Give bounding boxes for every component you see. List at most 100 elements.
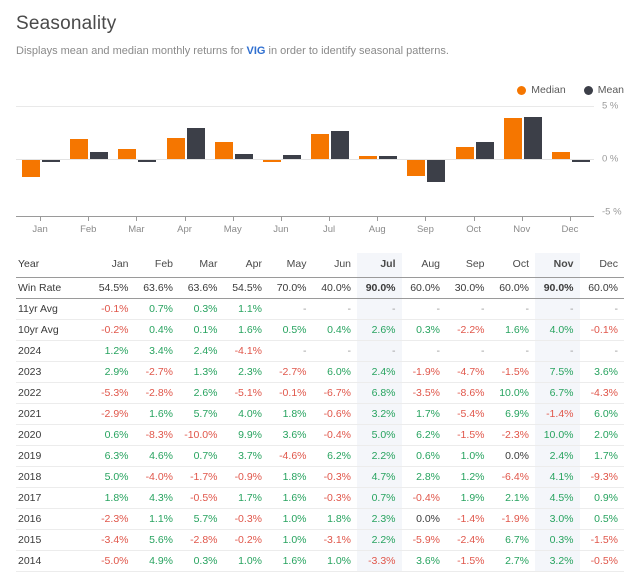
table-cell-aug: - <box>436 303 441 315</box>
table-row[interactable]: 10yr Avg -0.2% 0.4% 0.1% 1.6% 0.5% 0.4% 2.6% 0.3… <box>16 319 624 341</box>
table-header-oct[interactable]: Oct <box>491 253 536 278</box>
table-cell-apr: 3.7% <box>238 450 262 462</box>
legend-item-median[interactable]: Median <box>517 84 566 96</box>
table-cell-nov: 7.5% <box>535 361 580 383</box>
table-cell-nov: 10.0% <box>535 424 580 446</box>
table-cell-apr: 1.0% <box>238 555 262 567</box>
seasonality-table-wrap: Year Jan Feb Mar Apr May Jun Jul Aug Sep Oct Nov Dec… <box>16 253 624 572</box>
table-cell-may: -4.6% <box>279 450 307 462</box>
table-cell-jun: - <box>347 345 352 357</box>
table-cell-aug: 2.8% <box>416 471 440 483</box>
chart-x-tick-label: Oct <box>466 224 481 235</box>
table-header-aug[interactable]: Aug <box>402 253 447 278</box>
table-cell-feb: -2.8% <box>145 387 173 399</box>
table-header-jan[interactable]: Jan <box>90 253 135 278</box>
table-row[interactable]: 2019 6.3% 4.6% 0.7% 3.7% -4.6% 6.2% 2.2% 0.6% 1.0… <box>16 445 624 467</box>
table-row[interactable]: 2018 5.0% -4.0% -1.7% -0.9% 1.8% -0.3% 4.7% 2.8%… <box>16 466 624 488</box>
chart-bar-median[interactable] <box>455 147 474 159</box>
chart-bar-mean[interactable] <box>475 142 494 159</box>
table-cell-mar: 2.6% <box>193 387 218 399</box>
table-header-feb[interactable]: Feb <box>135 253 180 278</box>
table-cell-jun: - <box>347 303 352 315</box>
table-cell-jun: 6.2% <box>327 450 351 462</box>
table-header-year[interactable]: Year <box>16 253 90 278</box>
table-row[interactable]: 2021 -2.9% 1.6% 5.7% 4.0% 1.8% -0.6% 3.2% 1.7% -5… <box>16 403 624 425</box>
legend-item-mean[interactable]: Mean <box>583 84 624 96</box>
chart-bar-mean[interactable] <box>186 128 205 159</box>
table-cell-apr: 54.5% <box>232 282 262 294</box>
table-body: Win Rate 54.5% 63.6% 63.6% 54.5% 70.0% 40.0% 90… <box>16 277 624 572</box>
table-cell-jul: 2.3% <box>357 508 402 530</box>
chart-bar-mean[interactable] <box>331 131 350 159</box>
table-header-may[interactable]: May <box>268 253 313 278</box>
table-cell-may: - <box>303 303 307 315</box>
ticker-link[interactable]: VIG <box>247 45 266 57</box>
table-row[interactable]: 2022 -5.3% -2.8% 2.6% -5.1% -0.1% -6.7% 6.8% -3.… <box>16 382 624 404</box>
chart-bar-median[interactable] <box>22 159 41 178</box>
table-row-label: 2019 <box>18 450 42 462</box>
table-cell-nov: 4.0% <box>535 319 580 341</box>
table-cell-oct: 10.0% <box>499 387 529 399</box>
chart-x-tick-label: Mar <box>128 224 145 235</box>
chart-bar-median[interactable] <box>503 117 522 159</box>
table-cell-nov: 4.1% <box>535 466 580 488</box>
table-cell-jan: 1.8% <box>104 492 129 504</box>
table-cell-sep: 1.9% <box>460 492 485 504</box>
table-cell-dec: 0.5% <box>594 513 618 525</box>
chart-bar-median[interactable] <box>166 137 185 159</box>
chart-bar-median[interactable] <box>118 149 137 159</box>
chart-x-tick <box>521 216 523 221</box>
table-cell-aug: 1.7% <box>416 408 440 420</box>
seasonality-table: Year Jan Feb Mar Apr May Jun Jul Aug Sep Oct Nov Dec… <box>16 253 624 572</box>
table-cell-aug: -5.9% <box>412 534 440 546</box>
table-header-dec[interactable]: Dec <box>580 253 625 278</box>
chart-x-tick-label: Dec <box>561 224 579 235</box>
table-cell-apr: 1.7% <box>238 492 262 504</box>
table-cell-feb: 4.9% <box>149 555 173 567</box>
chart-bar-median[interactable] <box>311 133 330 159</box>
table-cell-feb: 1.1% <box>149 513 173 525</box>
table-header-mar[interactable]: Mar <box>179 253 224 278</box>
chart-bar-mean[interactable] <box>523 116 542 159</box>
table-cell-feb: -8.3% <box>145 429 173 441</box>
chart-bar-median[interactable] <box>214 142 233 159</box>
chart-bar-mean[interactable] <box>90 151 109 159</box>
table-cell-dec: 1.7% <box>594 450 618 462</box>
table-cell-aug: -1.9% <box>412 366 440 378</box>
table-header-apr[interactable]: Apr <box>224 253 269 278</box>
chart-x-tick-label: Feb <box>80 224 97 235</box>
table-row[interactable]: Win Rate 54.5% 63.6% 63.6% 54.5% 70.0% 40.0% 90… <box>16 277 624 299</box>
chart-bar-median[interactable] <box>70 138 89 159</box>
table-row[interactable]: 2014 -5.0% 4.9% 0.3% 1.0% 1.6% 1.0% -3.3% 3.6% -1… <box>16 550 624 572</box>
seasonality-page: Seasonality Displays mean and median mon… <box>0 12 640 572</box>
table-cell-sep: 30.0% <box>454 282 485 294</box>
table-cell-mar: 5.7% <box>193 408 218 420</box>
table-cell-sep: -4.7% <box>457 366 485 378</box>
table-header-jul[interactable]: Jul <box>357 253 402 278</box>
table-cell-aug: 0.0% <box>416 513 440 525</box>
chart-bar-median[interactable] <box>551 151 570 159</box>
mean-swatch-icon <box>583 85 593 95</box>
table-cell-dec: -0.5% <box>590 555 618 567</box>
table-row[interactable]: 11yr Avg -0.1% 0.7% 0.3% 1.1% - - - - - - - - <box>16 298 624 320</box>
table-row[interactable]: 2015 -3.4% 5.6% -2.8% -0.2% 1.0% -3.1% 2.2% -5.9… <box>16 529 624 551</box>
table-cell-dec: 0.9% <box>594 492 618 504</box>
page-title: Seasonality <box>16 13 117 34</box>
table-cell-jan: 0.6% <box>104 429 129 441</box>
table-header-jun[interactable]: Jun <box>313 253 358 278</box>
table-cell-jan: 2.9% <box>104 366 129 378</box>
chart-bar-median[interactable] <box>407 159 426 176</box>
table-cell-sep: -2.2% <box>457 324 485 336</box>
table-row[interactable]: 2017 1.8% 4.3% -0.5% 1.7% 1.6% -0.3% 0.7% -0.4% 1… <box>16 487 624 509</box>
table-row[interactable]: 2020 0.6% -8.3% -10.0% 9.9% 3.6% -0.4% 5.0% 6.2%… <box>16 424 624 446</box>
chart-y-tick-label: -5 % <box>602 206 622 218</box>
table-cell-jun: 6.0% <box>327 366 351 378</box>
table-row[interactable]: 2024 1.2% 3.4% 2.4% -4.1% - - - - - - - - <box>16 340 624 362</box>
table-cell-may: 1.6% <box>282 492 307 504</box>
table-header-sep[interactable]: Sep <box>446 253 491 278</box>
table-cell-may: 0.5% <box>282 324 307 336</box>
table-row[interactable]: 2023 2.9% -2.7% 1.3% 2.3% -2.7% 6.0% 2.4% -1.9% -… <box>16 361 624 383</box>
table-row[interactable]: 2016 -2.3% 1.1% 5.7% -0.3% 1.0% 1.8% 2.3% 0.0% -1… <box>16 508 624 530</box>
chart-bar-mean[interactable] <box>427 159 446 183</box>
table-header-nov[interactable]: Nov <box>535 253 580 278</box>
